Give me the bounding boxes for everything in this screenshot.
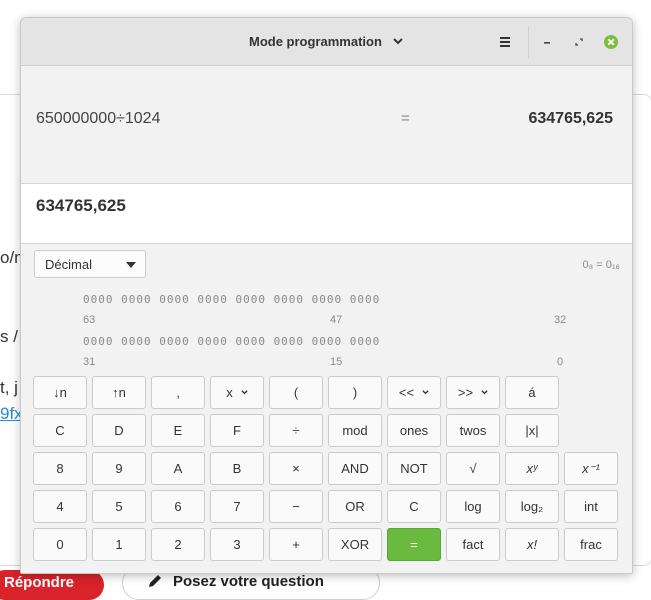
bit-label: 0: [557, 356, 564, 368]
key-1[interactable]: 1: [92, 528, 146, 561]
key-shift-down[interactable]: ↓n: [33, 376, 87, 409]
reply-button[interactable]: Répondre: [0, 570, 104, 600]
key-inverse[interactable]: x⁻¹: [564, 452, 618, 485]
key-e[interactable]: E: [151, 414, 205, 447]
key-add[interactable]: +: [269, 528, 323, 561]
key-xor[interactable]: XOR: [328, 528, 382, 561]
key-power[interactable]: xʸ: [505, 452, 559, 485]
key-x-dropdown[interactable]: x: [210, 376, 264, 409]
key-shift-left-label: <<: [398, 385, 415, 400]
chevron-down-icon: [481, 390, 488, 395]
key-int[interactable]: int: [564, 490, 618, 523]
key-x-label: x: [226, 385, 233, 400]
key-divide[interactable]: ÷: [269, 414, 323, 447]
titlebar-separator: [528, 26, 529, 58]
key-f[interactable]: F: [210, 414, 264, 447]
bit-label: 15: [330, 356, 343, 368]
bit-label: 47: [330, 314, 343, 326]
key-a[interactable]: A: [151, 452, 205, 485]
entry-field[interactable]: 634765,625: [21, 183, 632, 244]
key-shift-right-label: >>: [457, 385, 474, 400]
calculator-window: Mode programmation 650000000÷1024 = 6347…: [20, 17, 633, 574]
key-char[interactable]: á: [505, 376, 559, 409]
background-text: s /: [0, 327, 18, 346]
key-shift-left-dropdown[interactable]: <<: [387, 376, 441, 409]
chevron-down-icon: [241, 390, 248, 395]
key-close-paren[interactable]: ): [328, 376, 382, 409]
number-base-label: Décimal: [45, 257, 92, 272]
history-result[interactable]: 634765,625: [528, 110, 613, 128]
mode-title[interactable]: Mode programmation: [249, 18, 382, 65]
key-multiply[interactable]: ×: [269, 452, 323, 485]
bit-label: 63: [83, 314, 96, 326]
key-8[interactable]: 8: [33, 452, 87, 485]
key-shift-right-dropdown[interactable]: >>: [446, 376, 500, 409]
key-b[interactable]: B: [210, 452, 264, 485]
background-text: t, j: [0, 378, 18, 397]
bit-row-lower[interactable]: 0000 0000 0000 0000 0000 0000 0000 0000: [83, 335, 380, 348]
chevron-down-icon: [422, 390, 429, 395]
key-c-hex[interactable]: C: [33, 414, 87, 447]
key-sqrt[interactable]: √: [446, 452, 500, 485]
number-base-select[interactable]: Décimal: [34, 250, 146, 278]
key-equals[interactable]: =: [387, 528, 441, 561]
key-or[interactable]: OR: [328, 490, 382, 523]
key-not[interactable]: NOT: [387, 452, 441, 485]
title-bar[interactable]: Mode programmation: [21, 18, 632, 66]
chevron-down-icon[interactable]: [393, 36, 403, 46]
key-5[interactable]: 5: [92, 490, 146, 523]
key-2[interactable]: 2: [151, 528, 205, 561]
maximize-icon[interactable]: [569, 32, 589, 52]
key-twos[interactable]: twos: [446, 414, 500, 447]
key-log[interactable]: log: [446, 490, 500, 523]
history-expression[interactable]: 650000000÷1024: [36, 110, 160, 128]
key-log2[interactable]: log₂: [505, 490, 559, 523]
key-4[interactable]: 4: [33, 490, 87, 523]
key-7[interactable]: 7: [210, 490, 264, 523]
key-shift-up[interactable]: ↑n: [92, 376, 146, 409]
key-0[interactable]: 0: [33, 528, 87, 561]
key-open-paren[interactable]: (: [269, 376, 323, 409]
key-and[interactable]: AND: [328, 452, 382, 485]
key-d[interactable]: D: [92, 414, 146, 447]
bit-label: 32: [554, 314, 567, 326]
key-fact[interactable]: fact: [446, 528, 500, 561]
menu-icon[interactable]: [495, 32, 515, 52]
key-abs[interactable]: |x|: [505, 414, 559, 447]
key-3[interactable]: 3: [210, 528, 264, 561]
key-9[interactable]: 9: [92, 452, 146, 485]
key-factorial[interactable]: x!: [505, 528, 559, 561]
key-subtract[interactable]: −: [269, 490, 323, 523]
key-clear[interactable]: C: [387, 490, 441, 523]
key-comma[interactable]: ,: [151, 376, 205, 409]
key-frac[interactable]: frac: [564, 528, 618, 561]
history-equals: =: [401, 110, 410, 127]
bit-label: 31: [83, 356, 96, 368]
dropdown-arrow-icon: [126, 262, 136, 268]
key-ones[interactable]: ones: [387, 414, 441, 447]
bit-row-upper[interactable]: 0000 0000 0000 0000 0000 0000 0000 0000: [83, 293, 380, 306]
entry-value: 634765,625: [36, 196, 126, 215]
minimize-icon[interactable]: [537, 32, 557, 52]
base-conversion: 0₈ = 0₁₆: [582, 259, 620, 271]
close-icon[interactable]: [601, 32, 621, 52]
key-6[interactable]: 6: [151, 490, 205, 523]
key-mod[interactable]: mod: [328, 414, 382, 447]
